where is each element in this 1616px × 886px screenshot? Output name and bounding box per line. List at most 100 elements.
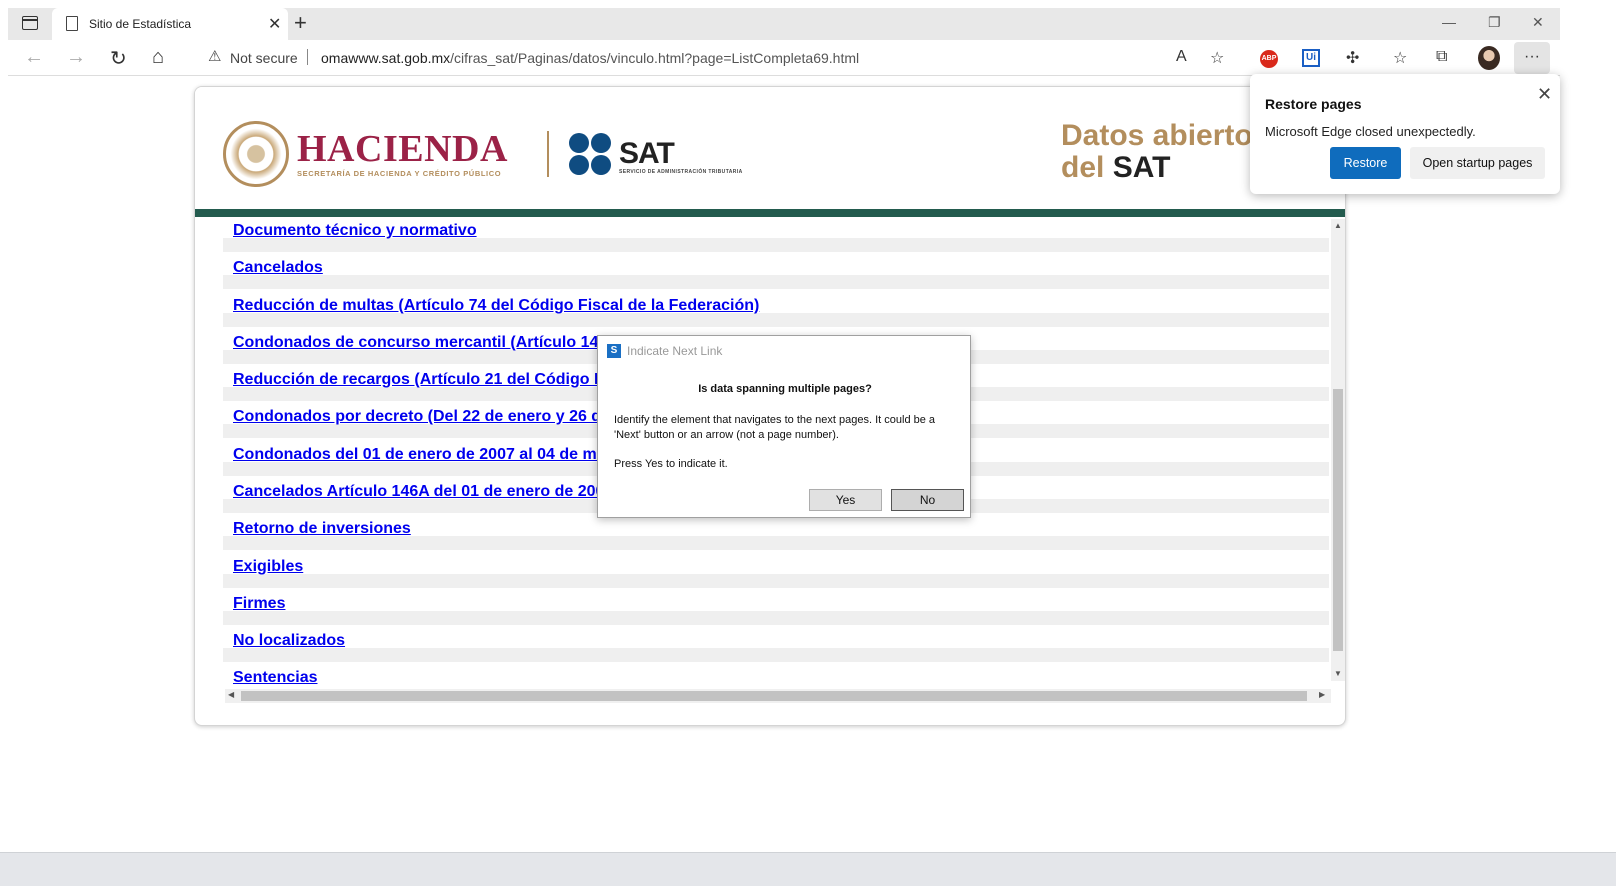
list-item: No localizados xyxy=(223,627,1329,664)
row-stripe xyxy=(223,238,1329,252)
link-no-localizados[interactable]: No localizados xyxy=(233,632,345,650)
tab-sitio-estadistica[interactable]: Sitio de Estadística ✕ xyxy=(52,8,288,40)
sat-logo-text: SAT xyxy=(619,137,675,170)
indicate-next-link-dialog: S Indicate Next Link Is data spanning mu… xyxy=(597,335,971,518)
scroll-down-arrow-icon[interactable]: ▼ xyxy=(1334,669,1342,678)
row-stripe xyxy=(223,536,1329,550)
sat-dot xyxy=(591,133,611,153)
list-item: Firmes xyxy=(223,590,1329,627)
link-condonados-concurso[interactable]: Condonados de concurso mercantil (Artícu… xyxy=(233,334,607,352)
row-stripe xyxy=(223,648,1329,662)
header-green-bar xyxy=(195,209,1345,217)
logo-divider xyxy=(547,131,549,177)
row-stripe xyxy=(223,574,1329,588)
tab-close-icon[interactable]: ✕ xyxy=(268,14,281,34)
restore-button[interactable]: Restore xyxy=(1330,147,1401,179)
close-window-button[interactable]: ✕ xyxy=(1532,14,1544,31)
restore-window-button[interactable]: ❐ xyxy=(1488,14,1501,31)
tab-actions-icon[interactable] xyxy=(22,16,38,30)
scroll-left-arrow-icon[interactable]: ◀ xyxy=(228,690,234,699)
row-stripe xyxy=(223,313,1329,327)
horizontal-scrollbar[interactable]: ◀ ▶ xyxy=(225,689,1331,703)
link-exigibles[interactable]: Exigibles xyxy=(233,558,303,576)
list-item: Sentencias xyxy=(223,664,1329,687)
link-reduccion-multas[interactable]: Reducción de multas (Artículo 74 del Cód… xyxy=(233,297,759,315)
warning-icon[interactable]: ⚠ xyxy=(208,47,221,65)
collections-icon[interactable]: ⧉ xyxy=(1436,48,1447,66)
address-separator xyxy=(307,49,308,65)
back-button[interactable]: ← xyxy=(24,46,44,69)
dialog-body: Identify the element that navigates to t… xyxy=(614,414,936,441)
settings-more-button[interactable]: ··· xyxy=(1514,42,1550,74)
browser-window: Sitio de Estadística ✕ + — ❐ ✕ ← → ↻ ⌂ ⚠… xyxy=(8,8,1560,886)
reload-button[interactable]: ↻ xyxy=(110,46,127,71)
url-host: omawww.sat.gob.mx xyxy=(321,50,451,66)
vertical-scroll-thumb[interactable] xyxy=(1333,389,1343,651)
minimize-button[interactable]: — xyxy=(1442,14,1456,30)
tab-strip: Sitio de Estadística ✕ + — ❐ ✕ xyxy=(8,8,1560,40)
site-header: HACIENDA SECRETARÍA DE HACIENDA Y CRÉDIT… xyxy=(195,87,1345,209)
datos-abiertos-title: Datos abiertos xyxy=(1061,119,1270,152)
favorites-icon[interactable]: ☆ xyxy=(1393,48,1407,68)
restore-title: Restore pages xyxy=(1265,96,1362,112)
home-button[interactable]: ⌂ xyxy=(152,46,164,69)
sat-logo-dots xyxy=(569,133,613,177)
page-icon xyxy=(66,16,78,31)
adblock-plus-icon[interactable]: ABP xyxy=(1260,50,1278,68)
hacienda-logo-text: HACIENDA xyxy=(297,128,508,170)
scroll-right-arrow-icon[interactable]: ▶ xyxy=(1319,690,1325,699)
browser-toolbar: ← → ↻ ⌂ ⚠ Not secure omawww.sat.gob.mx/c… xyxy=(8,40,1560,76)
mexico-seal-logo xyxy=(223,121,289,187)
close-popup-icon[interactable]: ✕ xyxy=(1537,84,1552,105)
tab-title: Sitio de Estadística xyxy=(89,17,192,31)
sat-dot xyxy=(569,133,589,153)
dialog-body-hint: Press Yes to indicate it. xyxy=(614,458,728,470)
taskbar xyxy=(0,852,1616,886)
restore-message: Microsoft Edge closed unexpectedly. xyxy=(1265,124,1476,139)
list-item: Cancelados xyxy=(223,254,1329,291)
scroll-up-arrow-icon[interactable]: ▲ xyxy=(1334,221,1342,230)
security-label[interactable]: Not secure xyxy=(230,50,298,66)
link-cancelados-146a[interactable]: Cancelados Artículo 146A del 01 de enero… xyxy=(233,483,613,501)
row-stripe xyxy=(223,275,1329,289)
horizontal-scroll-thumb[interactable] xyxy=(241,691,1307,701)
link-condonados-2007[interactable]: Condonados del 01 de enero de 2007 al 04… xyxy=(233,446,614,464)
list-item: Retorno de inversiones xyxy=(223,515,1329,552)
link-cancelados[interactable]: Cancelados xyxy=(233,259,323,277)
read-aloud-icon[interactable]: A xyxy=(1176,48,1187,66)
address-bar[interactable]: ⚠ Not secure omawww.sat.gob.mx/cifras_sa… xyxy=(190,42,1240,72)
list-item: Reducción de multas (Artículo 74 del Cód… xyxy=(223,292,1329,329)
forward-button[interactable]: → xyxy=(66,46,86,69)
list-item: Exigibles xyxy=(223,553,1329,590)
yes-button[interactable]: Yes xyxy=(809,489,882,511)
vertical-scrollbar[interactable]: ▲ ▼ xyxy=(1331,219,1345,681)
profile-avatar[interactable] xyxy=(1478,46,1500,70)
hacienda-subtitle: SECRETARÍA DE HACIENDA Y CRÉDITO PÚBLICO xyxy=(297,169,502,178)
link-reduccion-recargos[interactable]: Reducción de recargos (Artículo 21 del C… xyxy=(233,371,608,389)
link-documento-tecnico[interactable]: Documento técnico y normativo xyxy=(233,222,477,240)
sat-dot xyxy=(569,155,589,175)
url-text[interactable]: omawww.sat.gob.mx/cifras_sat/Paginas/dat… xyxy=(321,50,859,66)
uipath-extension-icon[interactable]: Ui xyxy=(1302,49,1320,67)
row-stripe xyxy=(223,611,1329,625)
datos-sat-text: SAT xyxy=(1112,151,1171,184)
link-firmes[interactable]: Firmes xyxy=(233,595,285,613)
extensions-icon[interactable]: ✣ xyxy=(1346,48,1359,68)
datos-del-sat-title: del SAT xyxy=(1061,151,1170,185)
url-path: /cifras_sat/Paginas/datos/vinculo.html?p… xyxy=(450,50,860,66)
dialog-question: Is data spanning multiple pages? xyxy=(698,383,872,395)
sat-dot xyxy=(591,155,611,175)
no-button[interactable]: No xyxy=(891,489,964,511)
datos-del-text: del xyxy=(1061,151,1113,184)
dialog-title: Indicate Next Link xyxy=(627,344,723,358)
list-item: Documento técnico y normativo xyxy=(223,217,1329,254)
link-sentencias[interactable]: Sentencias xyxy=(233,669,317,687)
new-tab-button[interactable]: + xyxy=(294,10,307,36)
link-retorno-inversiones[interactable]: Retorno de inversiones xyxy=(233,520,411,538)
add-favorite-icon[interactable]: ☆ xyxy=(1210,48,1224,68)
sat-subtitle: SERVICIO DE ADMINISTRACIÓN TRIBUTARIA xyxy=(619,169,743,175)
link-condonados-decreto[interactable]: Condonados por decreto (Del 22 de enero … xyxy=(233,408,610,426)
uipath-app-icon: S xyxy=(607,344,621,358)
restore-pages-popup: Restore pages ✕ Microsoft Edge closed un… xyxy=(1250,74,1560,194)
open-startup-pages-button[interactable]: Open startup pages xyxy=(1410,147,1545,179)
